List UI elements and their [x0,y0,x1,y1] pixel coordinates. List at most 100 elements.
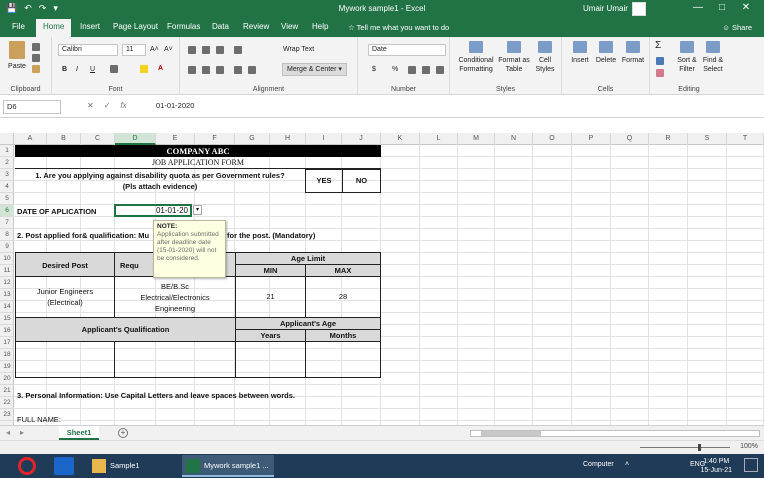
tab-insert[interactable]: Insert [80,22,100,31]
no-cell[interactable]: NO [342,169,381,193]
row-header-7[interactable]: 7 [0,217,14,229]
underline-button[interactable]: U [90,65,95,74]
row-header-14[interactable]: 14 [0,301,14,313]
autosum-icon[interactable]: Σ [655,41,661,51]
column-header-l[interactable]: L [420,133,458,145]
decrease-indent-icon[interactable] [234,66,242,74]
align-center-icon[interactable] [202,66,210,74]
column-header-q[interactable]: Q [611,133,649,145]
computer-toolbar[interactable]: Computer [583,458,614,478]
row-header-19[interactable]: 19 [0,361,14,373]
row-header-5[interactable]: 5 [0,193,14,205]
scroll-left-icon[interactable]: ◂ [6,428,10,437]
grow-font-icon[interactable]: A˄ [150,45,159,54]
qualification-input-2[interactable] [114,341,236,378]
close-button[interactable]: ✕ [734,2,758,13]
date-of-application-cell[interactable]: 01-01-20 [114,204,192,217]
row-header-21[interactable]: 21 [0,385,14,397]
select-all-corner[interactable] [0,133,14,145]
column-header-j[interactable]: J [342,133,381,145]
cell-comment-note[interactable]: NOTE: Application submitted after deadli… [153,220,226,278]
add-sheet-button[interactable]: + [118,428,128,438]
tab-help[interactable]: Help [312,22,328,31]
row-header-8[interactable]: 8 [0,229,14,241]
format-painter-icon[interactable] [32,65,40,73]
fill-color-icon[interactable] [140,65,148,73]
row-header-12[interactable]: 12 [0,277,14,289]
row-header-10[interactable]: 10 [0,253,14,265]
paste-button[interactable]: Paste [6,41,28,71]
column-header-s[interactable]: S [688,133,727,145]
tab-home[interactable]: Home [36,19,72,37]
comma-style-icon[interactable] [408,66,416,74]
row-header-16[interactable]: 16 [0,325,14,337]
cut-icon[interactable] [32,43,40,51]
row-header-15[interactable]: 15 [0,313,14,325]
tab-review[interactable]: Review [243,22,269,31]
column-header-g[interactable]: G [235,133,270,145]
tray-chevron-icon[interactable]: ˄ [625,458,629,478]
font-color-icon[interactable]: A [158,64,163,73]
row-header-4[interactable]: 4 [0,181,14,193]
increase-indent-icon[interactable] [248,66,256,74]
column-header-b[interactable]: B [47,133,81,145]
qualification-input-1[interactable] [15,341,115,378]
align-bottom-icon[interactable] [216,46,224,54]
desired-post-header[interactable]: Desired Post [15,252,115,277]
format-as-table-button[interactable]: Format as Table [498,41,530,74]
row-header-17[interactable]: 17 [0,337,14,349]
name-box[interactable]: D6 [3,100,61,114]
row-header-22[interactable]: 22 [0,397,14,409]
user-name[interactable]: Umair Umair [583,4,628,13]
tab-file[interactable]: File [12,22,25,31]
row-header-2[interactable]: 2 [0,157,14,169]
row-header-9[interactable]: 9 [0,241,14,253]
bold-button[interactable]: B [62,65,67,74]
outlook-icon[interactable] [54,457,74,475]
row-header-1[interactable]: 1 [0,145,14,157]
avatar[interactable] [632,2,646,16]
tab-view[interactable]: View [281,22,298,31]
borders-icon[interactable] [110,65,118,73]
opera-icon[interactable] [18,457,36,475]
sheet-tab-sheet1[interactable]: Sheet1 [59,426,99,440]
clear-icon[interactable] [656,69,664,77]
currency-button[interactable]: $ [372,65,376,74]
fill-icon[interactable] [656,57,664,65]
format-cells-button[interactable]: Format [620,41,646,65]
minimize-button[interactable]: — [686,2,710,13]
number-format-select[interactable]: Date [368,44,446,56]
share-button[interactable]: ☺ Share [722,23,752,32]
confirm-entry-icon[interactable]: ✓ [104,101,111,110]
column-header-m[interactable]: M [458,133,495,145]
tab-data[interactable]: Data [212,22,229,31]
column-header-f[interactable]: F [195,133,235,145]
delete-cells-button[interactable]: Delete [594,41,618,65]
increase-decimal-icon[interactable] [422,66,430,74]
clock[interactable]: 1:40 PM 15-Jun-21 [700,457,732,475]
zoom-level[interactable]: 100% [740,443,758,450]
column-header-a[interactable]: A [14,133,47,145]
column-header-k[interactable]: K [381,133,420,145]
qualification-value[interactable]: BE/B.Sc Electrical/Electronics Engineeri… [114,276,236,318]
taskbar-app-sample1[interactable]: Sample1 [88,455,176,477]
font-size-select[interactable]: 11 [122,44,146,56]
zoom-slider[interactable] [640,444,730,451]
notifications-icon[interactable] [744,458,758,472]
merge-center-button[interactable]: Merge & Center ▾ [282,63,347,76]
row-header-3[interactable]: 3 [0,169,14,181]
column-header-c[interactable]: C [81,133,115,145]
row-header-23[interactable]: 23 [0,409,14,421]
cell-styles-button[interactable]: Cell Styles [532,41,558,74]
maximize-button[interactable]: □ [710,2,734,13]
align-left-icon[interactable] [188,66,196,74]
column-header-t[interactable]: T [727,133,764,145]
yes-cell[interactable]: YES [305,169,343,193]
min-age-value[interactable]: 21 [235,276,306,318]
insert-cells-button[interactable]: Insert [568,41,592,65]
max-age-value[interactable]: 28 [305,276,381,318]
dropdown-arrow-icon[interactable]: ▾ [193,205,202,215]
italic-button[interactable]: I [76,65,78,74]
insert-function-icon[interactable]: fx [120,101,126,110]
row-header-20[interactable]: 20 [0,373,14,385]
